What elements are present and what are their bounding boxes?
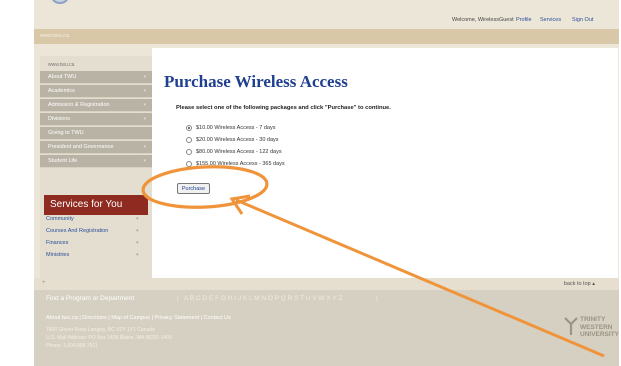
sidebar-item-label: Divisions (48, 116, 71, 122)
sidebar-item-label: Academics (48, 88, 75, 94)
sidebar-item-label: Admission & Registration (48, 102, 110, 108)
alphabet-index[interactable]: A B C D E F G H I J K L M N O P Q R S T … (184, 295, 342, 302)
back-to-top-strip: + back to top ▴ (34, 278, 619, 290)
alphabet-separator: | (177, 295, 179, 302)
chevron-down-icon: ▾ (143, 102, 146, 108)
chevron-down-icon: ▾ (143, 88, 146, 94)
sidebar-item-about[interactable]: About TWU ▾ (40, 71, 152, 84)
services-item-community[interactable]: Community (46, 216, 74, 222)
footer-address: 7600 Glover Road Langley, BC V2Y 1Y1 Can… (46, 327, 155, 333)
sidebar-item-president[interactable]: President and Governance ▾ (40, 141, 152, 154)
services-heading-box: Services for You (44, 195, 148, 215)
site-banner: www.twu.ca (34, 29, 619, 44)
sidebar-item-divisions[interactable]: Divisions ▾ (40, 113, 152, 126)
site-footer: Find a Program or Department | A B C D E… (34, 290, 619, 366)
sidebar-item-academics[interactable]: Academics ▾ (40, 85, 152, 98)
twu-emblem-icon (564, 317, 578, 335)
twu-logo[interactable]: TRINITY WESTERN UNIVERSITY (564, 314, 619, 342)
welcome-text: Welcome, WirelessGuest (452, 17, 514, 23)
services-heading: Services for You (50, 199, 123, 210)
sign-out-link[interactable]: Sign Out (572, 17, 593, 23)
sidebar-item-label: About TWU (48, 74, 77, 80)
user-bar: Welcome, WirelessGuest Profile Services … (34, 14, 619, 26)
package-label: $80.00 Wireless Access - 122 days (196, 149, 282, 155)
instruction-text: Please select one of the following packa… (176, 105, 391, 111)
find-program-label: Find a Program or Department (46, 295, 135, 302)
chevron-down-icon: ▾ (136, 252, 139, 258)
services-item-finances[interactable]: Finances (46, 240, 68, 246)
purchase-button[interactable]: Purchase (177, 183, 210, 194)
radio-button[interactable] (186, 161, 192, 167)
back-to-top-link[interactable]: back to top ▴ (564, 281, 595, 287)
chevron-down-icon: ▾ (143, 116, 146, 122)
radio-button-selected[interactable] (186, 125, 192, 131)
left-sidebar: www.twu.ca About TWU ▾ Academics ▾ Admis… (40, 56, 152, 278)
chevron-down-icon: ▾ (143, 144, 146, 150)
radio-button[interactable] (186, 149, 192, 155)
logo-text: TRINITY WESTERN UNIVERSITY (580, 316, 620, 338)
chevron-down-icon: ▾ (143, 74, 146, 80)
sidebar-item-label: President and Governance (48, 144, 114, 150)
services-item-courses[interactable]: Courses And Registration (46, 228, 108, 234)
services-item-ministries[interactable]: Ministries (46, 252, 69, 258)
services-link[interactable]: Services (540, 17, 561, 23)
sidebar-item-label: Giving to TWU (48, 130, 84, 136)
sidebar-item-admission[interactable]: Admission & Registration ▾ (40, 99, 152, 112)
alphabet-separator: | (376, 295, 378, 302)
radio-button[interactable] (186, 137, 192, 143)
sidebar-url: www.twu.ca (48, 62, 75, 68)
footer-phone: Phone: 1.604.888.7511 (46, 343, 98, 349)
footer-mail-address: U.S. Mail Address: PO Box 1409 Blaine, W… (46, 335, 172, 341)
page-title: Purchase Wireless Access (164, 72, 348, 91)
sidebar-item-student-life[interactable]: Student Life ▾ (40, 155, 152, 168)
chevron-down-icon: ▾ (143, 158, 146, 164)
package-label: $155.00 Wireless Access - 365 days (196, 161, 285, 167)
footer-links[interactable]: About twu.ca | Directions | Map of Campu… (46, 315, 231, 321)
main-content: Purchase Wireless Access Please select o… (152, 48, 618, 278)
sidebar-item-label: Student Life (48, 158, 78, 164)
package-label: $10.00 Wireless Access - 7 days (196, 125, 276, 131)
plus-icon: + (42, 280, 46, 286)
banner-url: www.twu.ca (40, 33, 70, 39)
chevron-down-icon: ▾ (136, 240, 139, 246)
chevron-down-icon: ▾ (136, 228, 139, 234)
sidebar-item-giving[interactable]: Giving to TWU (40, 127, 152, 140)
chevron-down-icon: ▾ (136, 216, 139, 222)
profile-link[interactable]: Profile (516, 17, 532, 23)
package-label: $20.00 Wireless Access - 30 days (196, 137, 279, 143)
